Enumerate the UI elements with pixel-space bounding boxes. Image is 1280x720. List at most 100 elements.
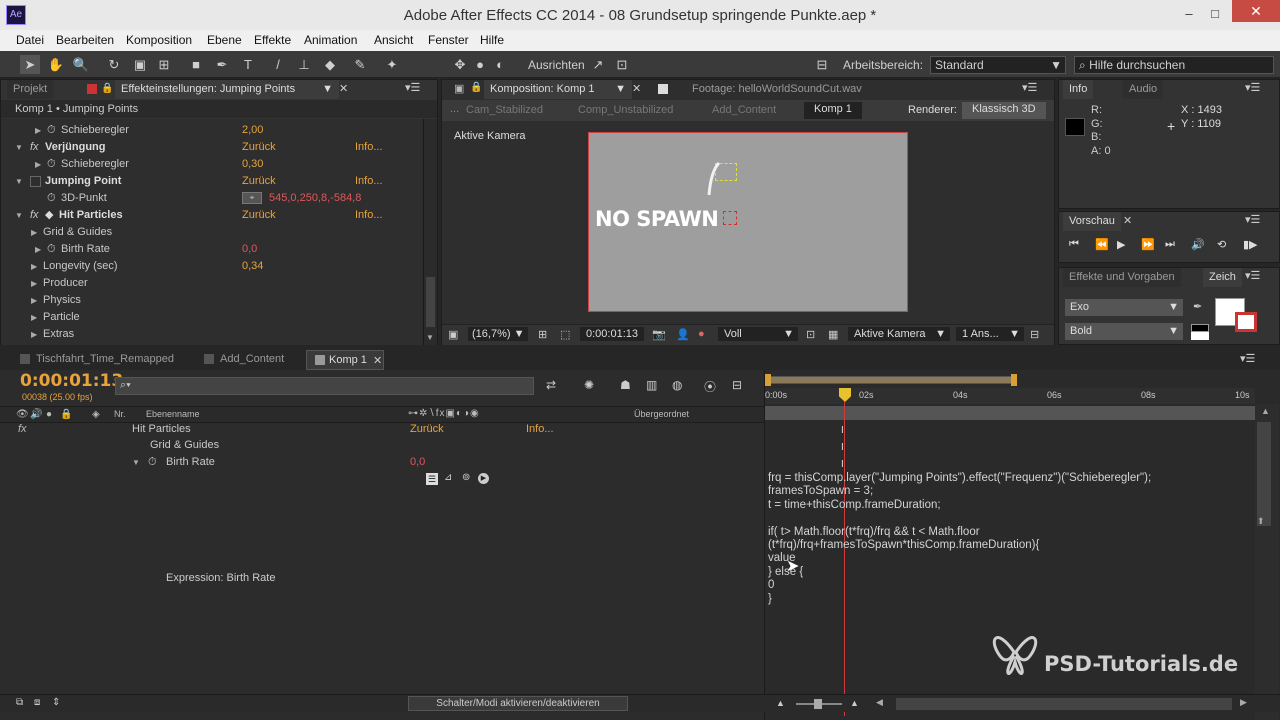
twirl-icon[interactable]: ▶ <box>35 156 45 173</box>
fx-icon[interactable]: fx <box>18 421 27 438</box>
tab-footage[interactable]: Footage: helloWorldSoundCut.wav <box>686 80 868 99</box>
tab-project[interactable]: Projekt <box>7 80 54 99</box>
audio-icon[interactable]: 🔊 <box>1191 238 1205 251</box>
panel-menu-icon[interactable]: ▾☰ <box>1245 269 1260 282</box>
timeline-row[interactable]: ▼ ⏱ Birth Rate 0,0 <box>0 454 764 471</box>
expand-inout-icon[interactable]: ⇕ <box>52 697 60 708</box>
mask-toggle-icon[interactable]: ⬚ <box>560 328 570 341</box>
fx-icon[interactable]: fx <box>30 207 39 224</box>
stamp-tool-icon[interactable]: ⊥ <box>294 55 314 74</box>
toggle-switches-modes-button[interactable]: Schalter/Modi aktivieren/deaktivieren <box>408 696 628 711</box>
stopwatch-icon[interactable]: ⏱ <box>47 156 56 173</box>
twirl-icon[interactable]: ▶ <box>31 309 41 326</box>
reset-link[interactable]: Zurück <box>242 207 276 224</box>
timeline-scrollbar[interactable]: ▲ ⬆ <box>1255 404 1279 720</box>
comp-viewer[interactable]: NO SPAWN <box>588 132 908 312</box>
twirl-icon[interactable]: ▶ <box>35 122 45 139</box>
composition-mini-flowchart-icon[interactable]: ⇄ <box>546 378 556 392</box>
stopwatch-icon[interactable]: ⏱ <box>47 122 56 139</box>
zoom-in-icon[interactable]: ⬆ <box>1257 516 1265 527</box>
text-tool-icon[interactable]: T <box>238 55 258 74</box>
effect-row[interactable]: ▶ ⏱ Schieberegler 0,30 <box>1 156 423 173</box>
time-ruler[interactable]: 0:00s 02s 04s 06s 08s 10s <box>765 388 1255 404</box>
brush-tool-icon[interactable]: / <box>268 55 288 74</box>
zoom-in-icon[interactable]: ▲ <box>850 698 859 708</box>
local-axis-icon[interactable]: ✥ <box>450 55 470 74</box>
close-tab-icon[interactable]: ✕ <box>1123 214 1132 227</box>
switches-icons[interactable]: ⊶✲∖fx▣◐◑◉ <box>408 408 480 419</box>
frame-blending-icon[interactable]: ▥ <box>646 378 657 392</box>
reset-link[interactable]: Zurück <box>242 173 276 190</box>
effect-row[interactable]: ▶ ⏱ Birth Rate 0,0 <box>1 241 423 258</box>
menu-animation[interactable]: Animation <box>304 33 357 47</box>
always-preview-icon[interactable]: ▣ <box>448 328 458 341</box>
eraser-tool-icon[interactable]: ◆ <box>320 55 340 74</box>
panel-menu-icon[interactable]: ▾☰ <box>1240 352 1255 365</box>
work-area-end-handle[interactable] <box>1011 374 1017 386</box>
tab-add-content[interactable]: Add_Content <box>214 350 290 369</box>
audio-column-icon[interactable]: 🔊 <box>30 409 42 420</box>
label-column-icon[interactable]: ◈ <box>92 409 100 420</box>
safe-zones-icon[interactable]: ⊞ <box>538 328 547 341</box>
tab-komp-1[interactable]: Komp 1 ✕ <box>306 350 384 370</box>
last-frame-icon[interactable]: ⏭ <box>1165 238 1175 251</box>
effect-checkbox[interactable] <box>30 176 41 187</box>
tab-tischfahrt[interactable]: Tischfahrt_Time_Remapped <box>30 350 180 369</box>
close-tab-icon[interactable]: ✕ <box>632 82 641 95</box>
effect-row[interactable]: ▼ fx Verjüngung Zurück Info... <box>1 139 423 156</box>
tab-character[interactable]: Zeich <box>1203 268 1242 287</box>
tab-effect-controls[interactable]: Effekteinstellungen: Jumping Points ▼ <box>115 80 339 99</box>
rotate-tool-icon[interactable]: ↻ <box>104 55 124 74</box>
view-axis-icon[interactable]: ◐ <box>490 55 510 74</box>
scroll-down-icon[interactable]: ▼ <box>426 333 434 342</box>
channel-icon[interactable]: ● <box>698 328 705 340</box>
property-value[interactable]: 545,0,250,8,-584,8 <box>269 190 361 207</box>
stopwatch-icon[interactable]: ⏱ <box>47 241 56 258</box>
maximize-button[interactable]: □ <box>1206 6 1224 22</box>
menu-effekte[interactable]: Effekte <box>254 33 291 47</box>
font-style-select[interactable]: Bold ▼ <box>1065 323 1183 340</box>
puppet-tool-icon[interactable]: ✦ <box>382 55 402 74</box>
snap-target-icon[interactable]: ⊡ <box>612 55 632 74</box>
timeline-row[interactable]: fx Hit Particles Zurück Info... <box>0 421 764 438</box>
next-frame-icon[interactable]: ⏩ <box>1141 238 1155 251</box>
black-swatch[interactable] <box>1191 324 1209 332</box>
views-select[interactable]: 1 Ans... ▼ <box>956 327 1024 341</box>
menu-ebene[interactable]: Ebene <box>207 33 242 47</box>
previous-frame-icon[interactable]: ⏪ <box>1095 238 1109 251</box>
column-layer-name[interactable]: Ebenenname <box>146 409 200 419</box>
effect-row[interactable]: ▶ Physics <box>1 292 423 309</box>
effect-row[interactable]: ▶ Particle <box>1 309 423 326</box>
first-frame-icon[interactable]: ⏮ <box>1069 238 1079 251</box>
expression-language-menu-icon[interactable]: ▶ <box>478 473 489 484</box>
renderer-button[interactable]: Klassisch 3D <box>962 102 1046 119</box>
rectangle-tool-icon[interactable]: ■ <box>186 55 206 74</box>
region-of-interest-icon[interactable]: ⊡ <box>806 328 815 341</box>
lock-column-icon[interactable]: 🔒 <box>60 409 72 420</box>
snap-icon[interactable]: ↗ <box>588 55 608 74</box>
crumb-komp-1[interactable]: Komp 1 <box>804 102 862 119</box>
snapshot-icon[interactable]: 📷 <box>652 328 666 341</box>
expression-enable-icon[interactable]: ☰ <box>426 473 438 485</box>
expand-transfer-controls-icon[interactable]: ⧈ <box>34 697 40 708</box>
hand-tool-icon[interactable]: ✋ <box>46 55 66 74</box>
workspace-select[interactable]: Standard ▼ <box>930 56 1066 74</box>
effect-row[interactable]: ▶ Grid & Guides <box>1 224 423 241</box>
help-search-input[interactable]: ⌕ Hilfe durchsuchen <box>1074 56 1274 74</box>
info-link[interactable]: Info... <box>355 207 383 224</box>
lock-icon[interactable]: 🔒 <box>470 82 482 93</box>
scroll-up-icon[interactable]: ▲ <box>1261 406 1270 416</box>
fx-icon[interactable]: fx <box>30 139 39 156</box>
menu-ansicht[interactable]: Ansicht <box>374 33 413 47</box>
twirl-open-icon[interactable]: ▼ <box>15 139 25 156</box>
effect-row[interactable]: ▶ Producer <box>1 275 423 292</box>
crumb-add-content[interactable]: Add_Content <box>712 104 776 116</box>
current-timecode[interactable]: 0:00:01:13 <box>20 371 123 391</box>
toggle-pixel-icon[interactable]: ⊟ <box>1030 328 1039 341</box>
effect-row[interactable]: ▼ Jumping Point Zurück Info... <box>1 173 423 190</box>
expression-editor[interactable]: frq = thisComp.layer("Jumping Points").e… <box>768 472 1248 606</box>
work-area-bar[interactable] <box>769 376 1013 384</box>
work-area-start-handle[interactable] <box>765 374 771 386</box>
crumb-comp-unstabilized[interactable]: Comp_Unstabilized <box>578 104 673 116</box>
info-link[interactable]: Info... <box>355 139 383 156</box>
